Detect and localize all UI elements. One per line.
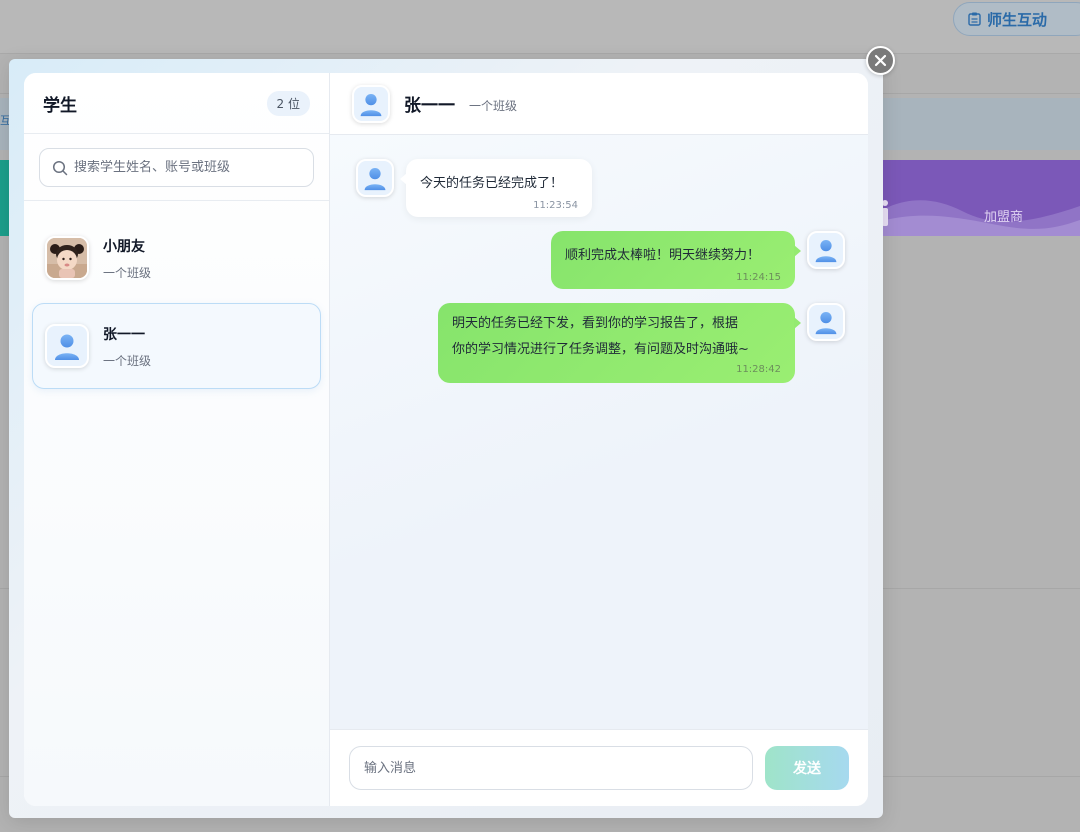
message-time: 11:24:15 — [736, 272, 781, 283]
student-name: 小朋友 — [103, 238, 145, 255]
student-item-xiaopengyou[interactable]: 小朋友 一个班级 — [32, 215, 321, 301]
message-text-line: 明天的任务已经下发，看到你的学习报告了，根据 — [452, 316, 739, 331]
send-button[interactable]: 发送 — [765, 746, 849, 790]
background-topbar — [0, 0, 1080, 54]
message-bubble: 明天的任务已经下发，看到你的学习报告了，根据 你的学习情况进行了任务调整，有问题… — [438, 303, 801, 383]
sender-avatar — [807, 231, 845, 269]
close-icon — [874, 54, 887, 67]
child-photo-avatar — [45, 236, 89, 280]
student-avatar — [45, 324, 89, 368]
sidebar-title: 学生 — [43, 95, 77, 116]
sidebar-header: 学生 2 位 — [24, 73, 329, 134]
message-time: 11:28:42 — [736, 364, 781, 375]
message-text: 顺利完成太棒啦！明天继续努力！ — [565, 248, 761, 263]
student-class: 一个班级 — [103, 265, 152, 280]
user-icon — [55, 334, 79, 360]
student-item-zhangyiyi[interactable]: 张一一 一个班级 — [32, 303, 321, 389]
chat-area: 张一一 一个班级 今天的任务已经完成了！ 11:23:54 顺利完成太棒啦！明天… — [330, 73, 868, 806]
student-name: 张一一 — [103, 326, 145, 343]
student-count-badge: 2 位 — [266, 90, 310, 116]
child-photo-icon — [47, 238, 87, 278]
student-search-input[interactable] — [74, 160, 294, 175]
interaction-button-label: 师生互动 — [987, 10, 1048, 29]
search-icon — [52, 160, 68, 175]
chat-header-avatar — [352, 84, 390, 123]
message-row-outgoing: 明天的任务已经下发，看到你的学习报告了，根据 你的学习情况进行了任务调整，有问题… — [438, 303, 845, 383]
message-text: 今天的任务已经完成了！ — [420, 176, 564, 191]
message-input[interactable] — [349, 746, 753, 790]
student-list: 小朋友 一个班级 张一一 一个班级 — [24, 201, 329, 389]
message-input-bar: 发送 — [330, 729, 868, 806]
sender-avatar — [807, 303, 845, 341]
student-info: 张一一 一个班级 — [103, 324, 151, 369]
user-icon — [815, 240, 837, 263]
sender-avatar — [356, 159, 394, 197]
banner-wave-decoration — [872, 200, 1080, 236]
student-info: 小朋友 一个班级 — [103, 236, 151, 281]
student-class: 一个班级 — [103, 353, 152, 368]
user-icon — [364, 168, 386, 191]
search-box[interactable] — [39, 148, 314, 187]
chat-contact-name: 张一一 — [404, 96, 455, 116]
message-row-outgoing: 顺利完成太棒啦！明天继续努力！ 11:24:15 — [551, 231, 845, 289]
user-icon — [360, 93, 382, 116]
background-purple-banner: 加盟商 — [872, 160, 1080, 236]
message-bubble: 今天的任务已经完成了！ 11:23:54 — [400, 159, 592, 217]
chat-contact-class: 一个班级 — [469, 99, 518, 113]
message-row-incoming: 今天的任务已经完成了！ 11:23:54 — [356, 159, 592, 217]
message-time: 11:23:54 — [533, 200, 578, 211]
chat-header: 张一一 一个班级 — [330, 73, 868, 135]
clipboard-icon — [968, 12, 981, 26]
search-area — [24, 134, 329, 201]
message-bubble: 顺利完成太棒啦！明天继续努力！ 11:24:15 — [551, 231, 801, 289]
banner-label: 加盟商 — [984, 210, 1024, 225]
user-icon — [815, 312, 837, 335]
student-sidebar: 学生 2 位 搜索学生姓名、账号或班级 小朋友 一个班级 张一一 一个班级 — [24, 73, 330, 806]
message-text-line: 你的学习情况进行了任务调整，有问题及时沟通哦~ — [452, 342, 749, 357]
chat-panel: 学生 2 位 搜索学生姓名、账号或班级 小朋友 一个班级 张一一 一个班级 张一… — [24, 73, 868, 806]
close-modal-button[interactable] — [866, 46, 895, 75]
teacher-student-interaction-button[interactable]: 师生互动 — [953, 2, 1080, 36]
